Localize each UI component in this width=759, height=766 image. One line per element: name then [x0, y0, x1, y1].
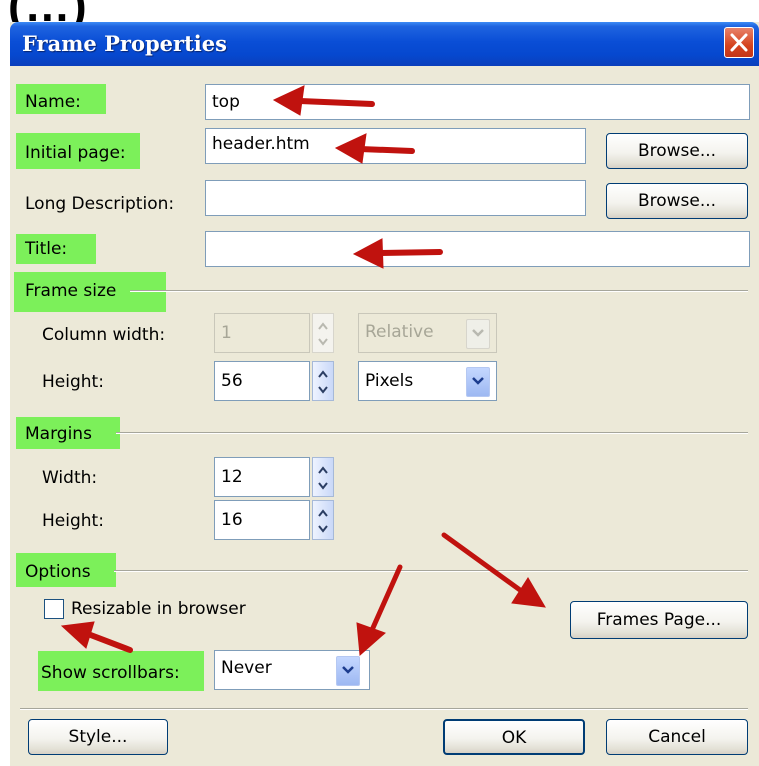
column-width-unit-dropdown-button[interactable] — [466, 319, 490, 349]
footer-divider — [20, 708, 748, 710]
frame-height-input[interactable]: 56 — [214, 361, 310, 401]
spin-up-icon — [318, 466, 328, 474]
frame-size-section-label: Frame size — [25, 281, 117, 301]
long-description-input[interactable] — [205, 180, 586, 216]
margin-height-spinner[interactable] — [312, 500, 334, 540]
chevron-down-icon — [472, 377, 484, 385]
column-width-label: Column width: — [42, 325, 166, 345]
chevron-down-icon — [472, 329, 484, 337]
frame-height-spinner[interactable] — [312, 361, 334, 401]
margin-height-input[interactable]: 16 — [214, 500, 310, 540]
name-input[interactable]: top — [205, 84, 750, 120]
initial-page-label: Initial page: — [25, 143, 126, 163]
resizable-label: Resizable in browser — [71, 599, 246, 619]
spin-up-icon — [318, 370, 328, 378]
frames-page-button[interactable]: Frames Page... — [570, 601, 748, 639]
margin-width-spinner[interactable] — [312, 457, 334, 497]
column-width-spinner[interactable] — [312, 313, 334, 353]
frame-height-label: Height: — [42, 372, 104, 392]
frame-height-unit-dropdown-button[interactable] — [466, 367, 490, 397]
margin-width-label: Width: — [42, 468, 98, 488]
cancel-button[interactable]: Cancel — [606, 719, 748, 755]
spin-up-icon — [318, 322, 328, 330]
options-section-label: Options — [25, 562, 91, 582]
show-scrollbars-label: Show scrollbars: — [41, 663, 180, 683]
spin-down-icon — [318, 482, 328, 490]
frame-size-divider — [130, 290, 748, 292]
margin-width-input[interactable]: 12 — [214, 457, 310, 497]
spin-down-icon — [318, 338, 328, 346]
spin-down-icon — [318, 386, 328, 394]
chevron-down-icon — [342, 666, 354, 674]
spin-up-icon — [318, 509, 328, 517]
options-divider — [114, 570, 748, 572]
ok-button[interactable]: OK — [443, 719, 585, 755]
name-label: Name: — [25, 92, 81, 112]
margins-section-label: Margins — [25, 424, 92, 444]
initial-page-input[interactable]: header.htm — [205, 128, 586, 164]
long-description-browse-button[interactable]: Browse... — [606, 183, 748, 219]
close-icon — [730, 33, 748, 52]
show-scrollbars-dropdown-button[interactable] — [336, 656, 360, 686]
style-button[interactable]: Style... — [28, 719, 168, 755]
column-width-input[interactable]: 1 — [214, 313, 310, 353]
resizable-checkbox[interactable] — [44, 599, 64, 619]
title-input[interactable] — [205, 231, 750, 267]
title-label: Title: — [25, 239, 68, 259]
margin-height-label: Height: — [42, 511, 104, 531]
long-description-label: Long Description: — [25, 194, 175, 214]
margins-divider — [116, 432, 748, 434]
window-title: Frame Properties — [22, 31, 227, 56]
initial-page-browse-button[interactable]: Browse... — [606, 133, 748, 169]
close-button[interactable] — [724, 27, 754, 58]
spin-down-icon — [318, 525, 328, 533]
